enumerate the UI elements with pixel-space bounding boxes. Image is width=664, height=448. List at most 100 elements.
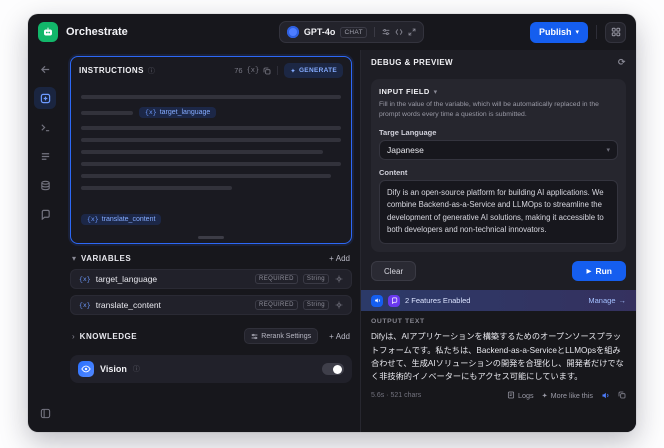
input-field-header[interactable]: INPUT FIELD ▾ bbox=[379, 87, 618, 96]
content-label: Content bbox=[379, 168, 408, 178]
content-textarea[interactable]: Dify is an open-source platform for buil… bbox=[379, 180, 618, 245]
tune-icon[interactable] bbox=[382, 28, 390, 36]
token-icon[interactable] bbox=[395, 28, 403, 36]
skeleton-line bbox=[81, 138, 341, 142]
output-meta-row: 5.6s · 521 chars Logs ✦ More like this bbox=[371, 391, 626, 400]
debug-title: DEBUG & PREVIEW bbox=[371, 58, 454, 67]
arrow-right-icon: → bbox=[618, 296, 627, 306]
debug-form: INPUT FIELD ▾ Fill in the value of the v… bbox=[361, 75, 636, 290]
prompt-editor[interactable]: {x} target_language {x} translate_conten… bbox=[71, 80, 351, 243]
input-field-description: Fill in the value of the variable, which… bbox=[379, 101, 599, 119]
output-text: Difyは、AIアプリケーションを構築するためのオープンソースプラットフォームで… bbox=[371, 332, 624, 381]
speaker-icon[interactable] bbox=[601, 391, 610, 400]
chevron-down-icon: ▾ bbox=[575, 29, 579, 36]
grid-icon bbox=[611, 27, 620, 37]
skeleton-line bbox=[81, 162, 341, 166]
logs-button[interactable]: Logs bbox=[507, 391, 534, 400]
action-row: Clear ▶ Run bbox=[371, 261, 626, 282]
terminal-icon bbox=[40, 123, 49, 131]
variable-row-translate-content[interactable]: {x} translate_content REQUIRED String bbox=[70, 295, 352, 315]
annotation-icon bbox=[41, 209, 50, 220]
variable-chip-translate-content[interactable]: {x} translate_content bbox=[81, 214, 162, 225]
run-button[interactable]: ▶ Run bbox=[572, 261, 626, 282]
knowledge-title: KNOWLEDGE bbox=[79, 331, 138, 341]
chevron-down-icon: ▾ bbox=[606, 147, 610, 155]
generate-label: GENERATE bbox=[298, 67, 337, 74]
variable-icon[interactable]: {x} bbox=[247, 67, 260, 75]
knowledge-section-header[interactable]: › KNOWLEDGE Rerank Settings + Add bbox=[70, 323, 352, 347]
sidebar-item-annotations[interactable] bbox=[34, 203, 56, 225]
publish-label: Publish bbox=[538, 27, 572, 37]
collapse-sidebar-button[interactable] bbox=[34, 402, 56, 424]
sparkle-icon: ✦ bbox=[290, 67, 296, 75]
sidebar-item-api[interactable] bbox=[34, 116, 56, 138]
skeleton-line bbox=[81, 110, 133, 115]
chevron-down-icon: ▾ bbox=[72, 254, 77, 263]
extensions-button[interactable] bbox=[605, 21, 626, 43]
chevron-down-icon: ▾ bbox=[433, 88, 438, 96]
back-button[interactable] bbox=[34, 58, 56, 80]
manage-features-link[interactable]: Manage → bbox=[588, 296, 626, 305]
required-badge: REQUIRED bbox=[255, 274, 298, 284]
copy-icon[interactable] bbox=[263, 67, 271, 75]
input-field-title: INPUT FIELD bbox=[379, 87, 430, 96]
debug-preview-panel: DEBUG & PREVIEW ⟳ INPUT FIELD ▾ Fill in … bbox=[360, 50, 636, 432]
logs-icon bbox=[507, 392, 515, 399]
variables-section-header[interactable]: ▾ VARIABLES + Add bbox=[70, 249, 352, 266]
list-icon bbox=[41, 152, 49, 160]
orchestrate-panel: INSTRUCTIONS ⓘ 76 {x} ✦ GENERATE {x} tar… bbox=[62, 50, 360, 432]
skeleton-line bbox=[81, 126, 341, 130]
publish-button[interactable]: Publish ▾ bbox=[529, 21, 588, 43]
info-icon: ⓘ bbox=[132, 366, 140, 373]
sidebar-item-logs[interactable] bbox=[34, 145, 56, 167]
variable-icon: {x} bbox=[79, 275, 91, 283]
char-count: 76 bbox=[234, 66, 243, 75]
panel-icon bbox=[40, 408, 50, 418]
vision-toggle[interactable] bbox=[322, 363, 344, 375]
app-window: Orchestrate GPT-4o CHAT Publish ▾ INSTRU… bbox=[28, 14, 636, 432]
more-like-this-button[interactable]: ✦ More like this bbox=[542, 391, 593, 400]
required-badge: REQUIRED bbox=[255, 300, 298, 310]
scroll-indicator[interactable] bbox=[198, 236, 224, 239]
copy-output-icon[interactable] bbox=[618, 391, 626, 399]
chevron-right-icon: › bbox=[72, 331, 75, 341]
model-selector[interactable]: GPT-4o CHAT bbox=[278, 21, 424, 43]
variables-title: VARIABLES bbox=[81, 254, 132, 263]
type-badge: String bbox=[302, 274, 329, 284]
sidebar-item-orchestrate[interactable] bbox=[34, 87, 56, 109]
model-provider-icon bbox=[286, 26, 299, 38]
output-stats: 5.6s · 521 chars bbox=[371, 391, 422, 399]
variable-icon: {x} bbox=[79, 301, 91, 309]
model-name: GPT-4o bbox=[303, 27, 336, 37]
sidebar-rail bbox=[28, 50, 62, 432]
features-count: 2 Features Enabled bbox=[405, 296, 471, 306]
database-icon bbox=[40, 180, 50, 190]
feature-citation-icon bbox=[388, 294, 400, 307]
target-language-select[interactable]: Japanese ▾ bbox=[379, 140, 618, 161]
play-icon: ▶ bbox=[586, 268, 592, 276]
instructions-header: INSTRUCTIONS ⓘ 76 {x} ✦ GENERATE bbox=[71, 57, 351, 80]
expand-icon[interactable] bbox=[408, 28, 416, 36]
target-language-label: Targe Language bbox=[379, 128, 437, 138]
add-variable-button[interactable]: + Add bbox=[329, 254, 350, 263]
rerank-settings-button[interactable]: Rerank Settings bbox=[244, 328, 319, 344]
output-section: OUTPUT TEXT Difyは、AIアプリケーションを構築するためのオープン… bbox=[361, 311, 636, 432]
skeleton-line bbox=[81, 174, 331, 178]
variable-chip-target-language[interactable]: {x} target_language bbox=[139, 107, 217, 118]
variable-row-target-language[interactable]: {x} target_language REQUIRED String bbox=[70, 269, 352, 289]
eye-icon bbox=[81, 365, 91, 373]
add-knowledge-button[interactable]: + Add bbox=[329, 332, 350, 341]
app-title: Orchestrate bbox=[66, 26, 128, 38]
clear-button[interactable]: Clear bbox=[371, 261, 417, 282]
variable-settings-icon[interactable] bbox=[335, 301, 343, 309]
variable-settings-icon[interactable] bbox=[335, 275, 343, 283]
toggle-knob bbox=[333, 364, 342, 374]
instructions-title: INSTRUCTIONS bbox=[79, 66, 144, 75]
skeleton-line bbox=[81, 186, 232, 190]
instructions-card[interactable]: INSTRUCTIONS ⓘ 76 {x} ✦ GENERATE {x} tar… bbox=[70, 56, 352, 244]
sidebar-item-datasets[interactable] bbox=[34, 174, 56, 196]
output-title: OUTPUT TEXT bbox=[371, 318, 425, 326]
restart-icon[interactable]: ⟳ bbox=[618, 57, 626, 68]
generate-button[interactable]: ✦ GENERATE bbox=[284, 63, 343, 78]
sparkle-icon: ✦ bbox=[541, 390, 548, 400]
